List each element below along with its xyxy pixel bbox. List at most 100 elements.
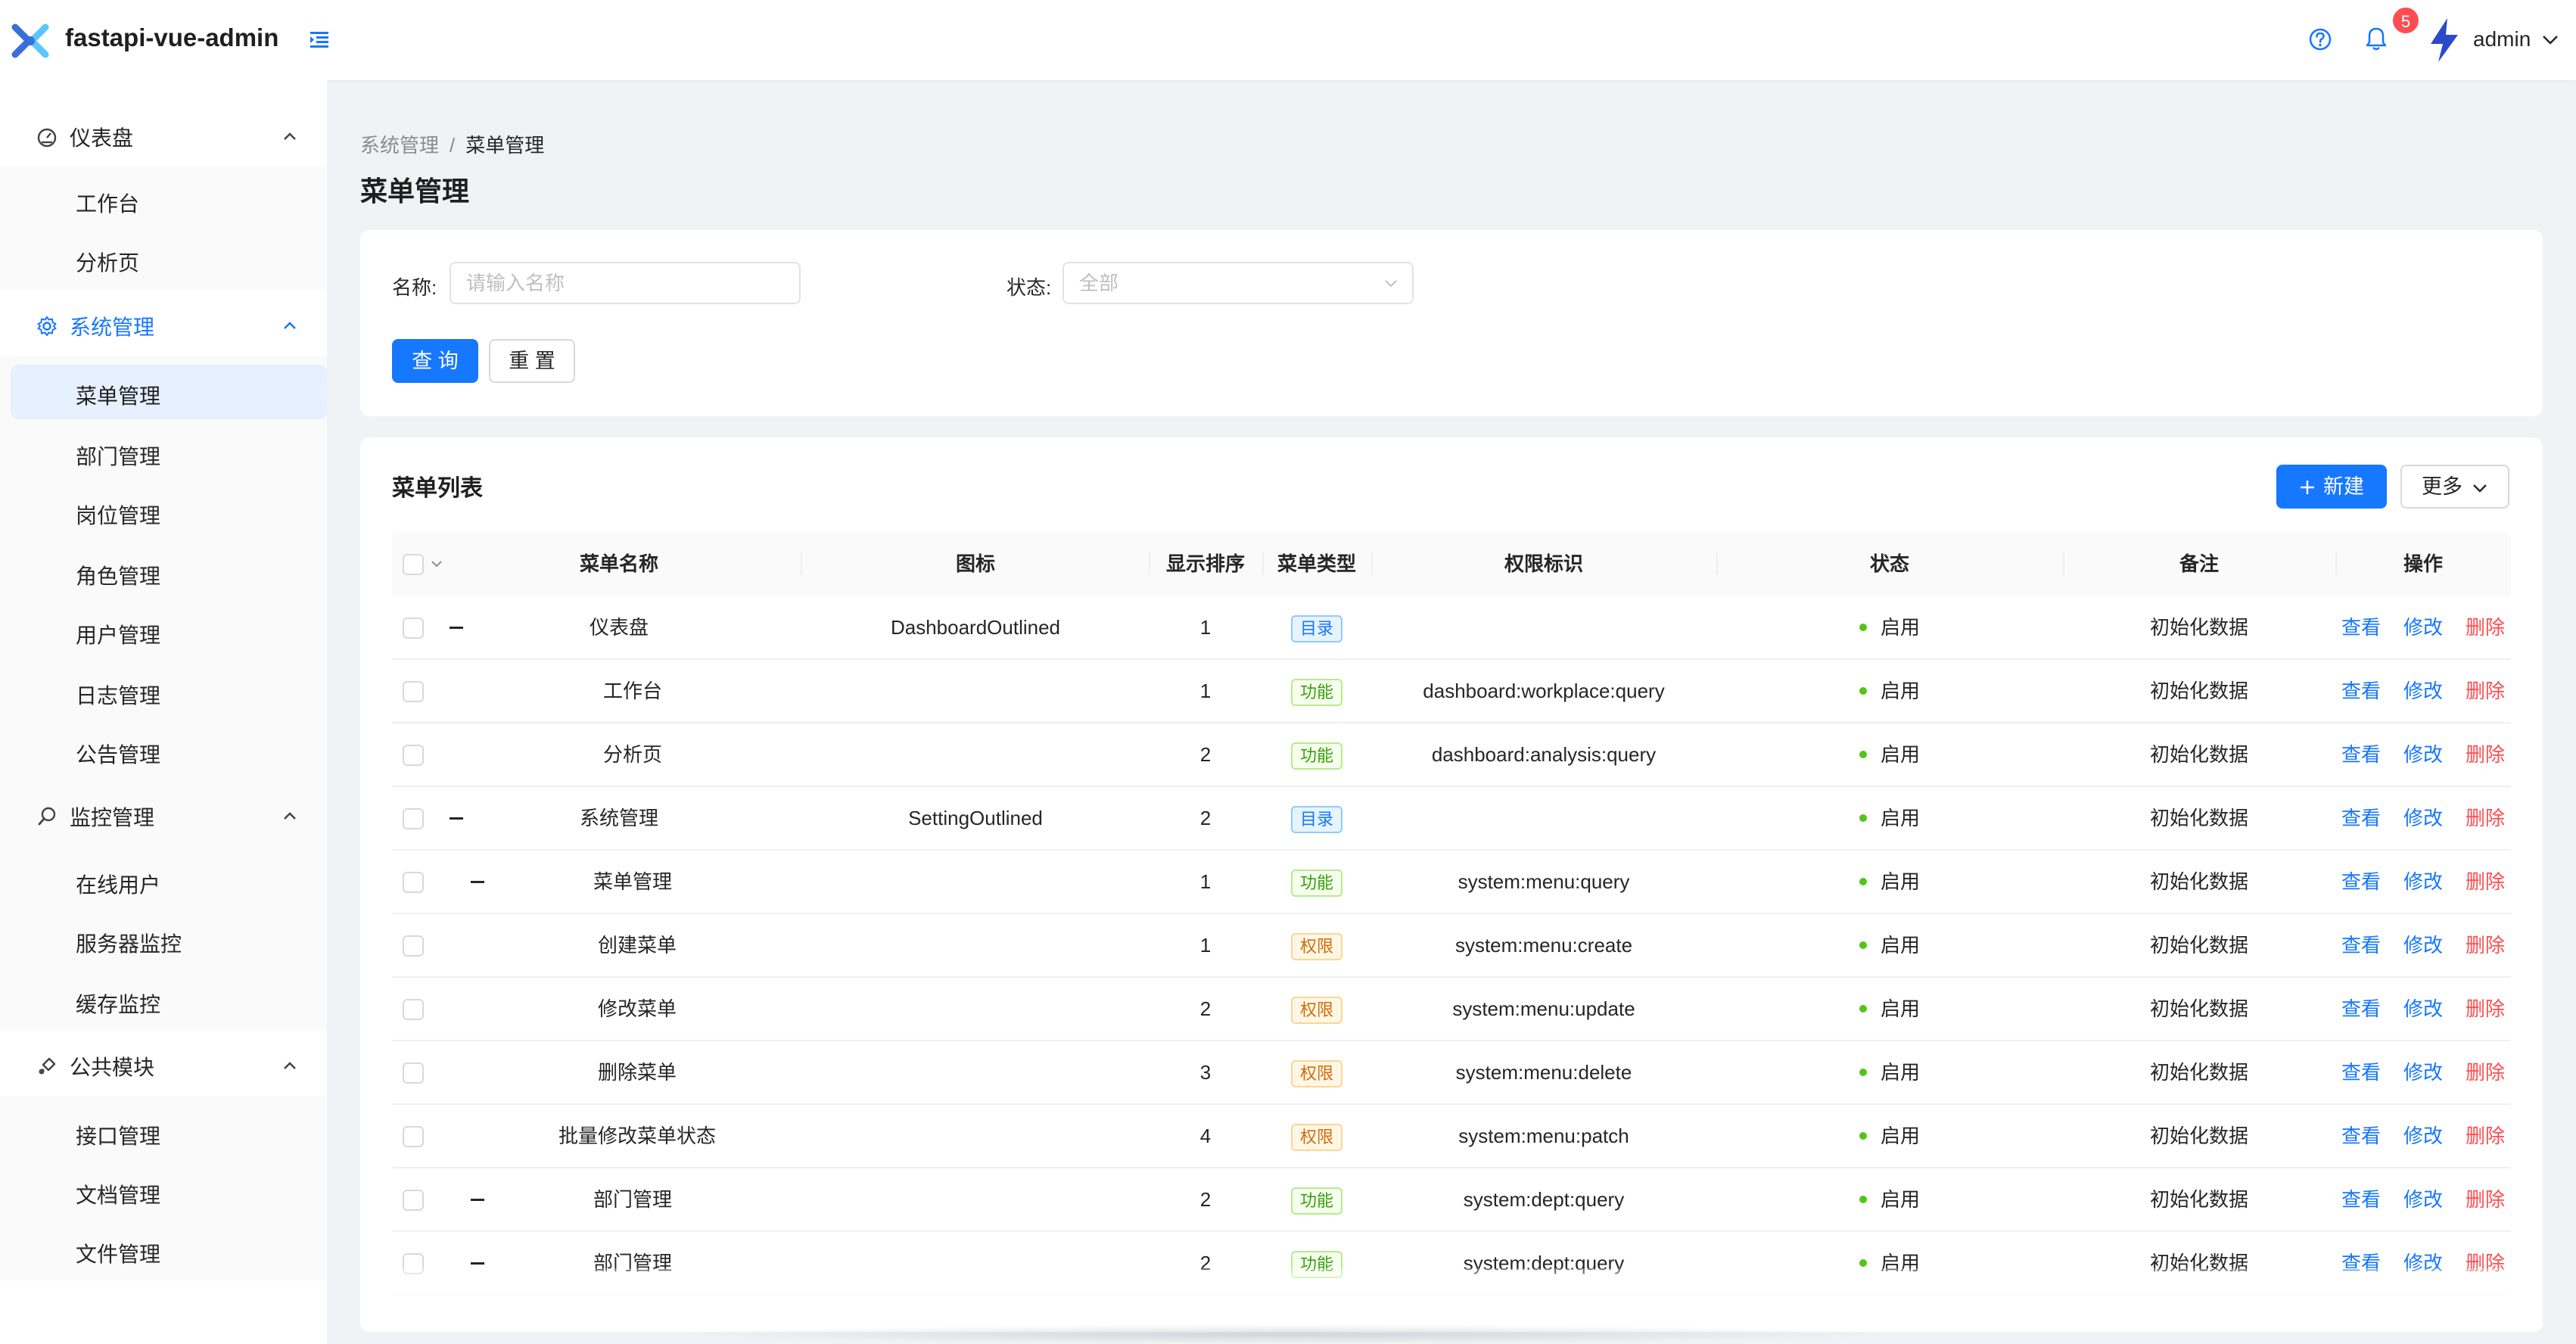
sidebar-group-label: 仪表盘 [70, 126, 134, 150]
sidebar-item-online[interactable]: 在线用户 [0, 851, 327, 911]
view-link[interactable]: 查看 [2341, 743, 2381, 766]
sidebar-item-server[interactable]: 服务器监控 [0, 910, 327, 970]
view-link[interactable]: 查看 [2341, 1125, 2381, 1147]
row-checkbox[interactable] [403, 1126, 424, 1147]
reset-button[interactable]: 重 置 [489, 339, 575, 383]
table-row[interactable]: 分析页 2 功能 dashboard:analysis:query 启用 初始化… [392, 723, 2511, 787]
view-link[interactable]: 查看 [2341, 997, 2381, 1020]
menu-name-cell: 部门管理 [593, 1188, 672, 1211]
sidebar-group-monitor[interactable]: 监控管理 [0, 787, 327, 846]
row-checkbox[interactable] [403, 935, 424, 957]
edit-link[interactable]: 修改 [2403, 997, 2443, 1020]
row-checkbox[interactable] [403, 745, 424, 766]
breadcrumb-current: 菜单管理 [465, 134, 545, 157]
view-link[interactable]: 查看 [2341, 807, 2381, 829]
avatar[interactable] [2425, 17, 2462, 64]
edit-link[interactable]: 修改 [2403, 616, 2443, 639]
sidebar-item-label: 菜单管理 [76, 384, 161, 408]
row-checkbox[interactable] [403, 1190, 424, 1211]
plus-icon [2301, 481, 2314, 494]
chevron-down-icon[interactable] [430, 557, 443, 571]
delete-link[interactable]: 删除 [2466, 997, 2505, 1020]
delete-link[interactable]: 删除 [2466, 1061, 2505, 1084]
row-checkbox[interactable] [403, 618, 424, 639]
view-link[interactable]: 查看 [2341, 680, 2381, 702]
delete-link[interactable]: 删除 [2466, 807, 2505, 829]
delete-link[interactable]: 删除 [2466, 680, 2505, 702]
delete-link[interactable]: 删除 [2466, 1125, 2505, 1147]
sidebar-item-files[interactable]: 文件管理 [0, 1220, 327, 1280]
order-cell: 1 [1199, 934, 1212, 957]
table-row[interactable]: 工作台 1 功能 dashboard:workplace:query 启用 初始… [392, 660, 2511, 723]
sidebar-item-menu[interactable]: 菜单管理 [11, 365, 327, 419]
bell-icon[interactable] [2364, 26, 2388, 51]
row-checkbox[interactable] [403, 808, 424, 829]
name-input[interactable]: 请输入名称 [450, 262, 801, 304]
sidebar-item-log[interactable]: 日志管理 [0, 661, 327, 722]
sidebar-item-dept[interactable]: 部门管理 [0, 422, 327, 483]
chevron-down-icon[interactable] [2541, 30, 2559, 48]
sidebar-group-dashboard[interactable]: 仪表盘 [0, 107, 327, 166]
question-icon[interactable] [2308, 27, 2332, 51]
more-button[interactable]: 更多 [2400, 465, 2509, 509]
edit-link[interactable]: 修改 [2403, 1188, 2443, 1211]
sidebar-group-common[interactable]: 公共模块 [0, 1037, 327, 1096]
delete-link[interactable]: 删除 [2466, 934, 2505, 957]
row-checkbox[interactable] [403, 872, 424, 893]
status-text: 启用 [1880, 1125, 1920, 1147]
sidebar-group-system[interactable]: 系统管理 [0, 297, 327, 356]
sidebar-item-role[interactable]: 角色管理 [0, 542, 327, 602]
view-link[interactable]: 查看 [2341, 1188, 2381, 1211]
table-row[interactable]: 删除菜单 3 权限 system:menu:delete 启用 初始化数据 查看… [392, 1041, 2511, 1105]
table-row[interactable]: 仪表盘 DashboardOutlined 1 目录 启用 初始化数据 查看 修改… [392, 596, 2511, 660]
perm-cell: system:dept:query [1463, 1188, 1625, 1211]
menu-fold-icon[interactable] [309, 29, 330, 50]
sidebar-item-cache[interactable]: 缓存监控 [0, 970, 327, 1031]
icon-cell: SettingOutlined [908, 807, 1043, 829]
edit-link[interactable]: 修改 [2403, 807, 2443, 829]
edit-link[interactable]: 修改 [2403, 934, 2443, 957]
table-row[interactable]: 系统管理 SettingOutlined 2 目录 启用 初始化数据 查看 修改 删… [392, 787, 2511, 851]
sidebar-item-user[interactable]: 用户管理 [0, 601, 327, 661]
edit-link[interactable]: 修改 [2403, 680, 2443, 702]
username[interactable]: admin [2473, 27, 2531, 51]
row-checkbox[interactable] [403, 1062, 424, 1084]
order-cell: 1 [1199, 680, 1212, 702]
status-select[interactable]: 全部 [1062, 262, 1414, 304]
row-checkbox[interactable] [403, 999, 424, 1020]
select-all-checkbox[interactable] [403, 554, 424, 575]
sidebar-item-post[interactable]: 岗位管理 [0, 481, 327, 542]
delete-link[interactable]: 删除 [2466, 870, 2505, 893]
new-button[interactable]: 新建 [2276, 465, 2387, 509]
view-link[interactable]: 查看 [2341, 934, 2381, 957]
table-row[interactable]: 修改菜单 2 权限 system:menu:update 启用 初始化数据 查看… [392, 978, 2511, 1041]
sidebar-item-label: 文件管理 [76, 1243, 161, 1266]
table-row[interactable]: 菜单管理 1 功能 system:menu:query 启用 初始化数据 查看修… [392, 851, 2511, 914]
delete-link[interactable]: 删除 [2466, 743, 2505, 766]
breadcrumb-parent[interactable]: 系统管理 [360, 134, 439, 157]
row-checkbox[interactable] [403, 681, 424, 702]
actions-cell: 查看 修改 删除 [2335, 596, 2511, 660]
sidebar-item-notice[interactable]: 公告管理 [0, 720, 327, 781]
perm-cell: system:menu:update [1452, 997, 1635, 1020]
table-row[interactable]: 创建菜单 1 权限 system:menu:create 启用 初始化数据 查看… [392, 914, 2511, 978]
delete-link[interactable]: 删除 [2466, 1188, 2505, 1211]
table-row[interactable]: 批量修改菜单状态 4 权限 system:menu:patch 启用 初始化数据… [392, 1105, 2511, 1168]
sidebar-item-api[interactable]: 接口管理 [0, 1102, 327, 1162]
query-button[interactable]: 查 询 [392, 339, 478, 383]
view-link[interactable]: 查看 [2341, 616, 2381, 639]
menu-type-tag: 权限 [1290, 1124, 1342, 1152]
sidebar-item-workplace[interactable]: 工作台 [0, 170, 327, 230]
table-row[interactable]: 部门管理 2 功能 system:dept:query 启用 初始化数据 查看修… [392, 1168, 2511, 1232]
view-link[interactable]: 查看 [2341, 870, 2381, 893]
sidebar-item-docs[interactable]: 文档管理 [0, 1161, 327, 1221]
edit-link[interactable]: 修改 [2403, 1061, 2443, 1084]
edit-link[interactable]: 修改 [2403, 870, 2443, 893]
sidebar-item-analysis[interactable]: 分析页 [0, 229, 327, 289]
logo-icon[interactable] [9, 20, 51, 62]
delete-link[interactable]: 删除 [2466, 616, 2505, 639]
sidebar-item-label: 服务器监控 [76, 932, 182, 956]
view-link[interactable]: 查看 [2341, 1061, 2381, 1084]
edit-link[interactable]: 修改 [2403, 743, 2443, 766]
edit-link[interactable]: 修改 [2403, 1125, 2443, 1147]
